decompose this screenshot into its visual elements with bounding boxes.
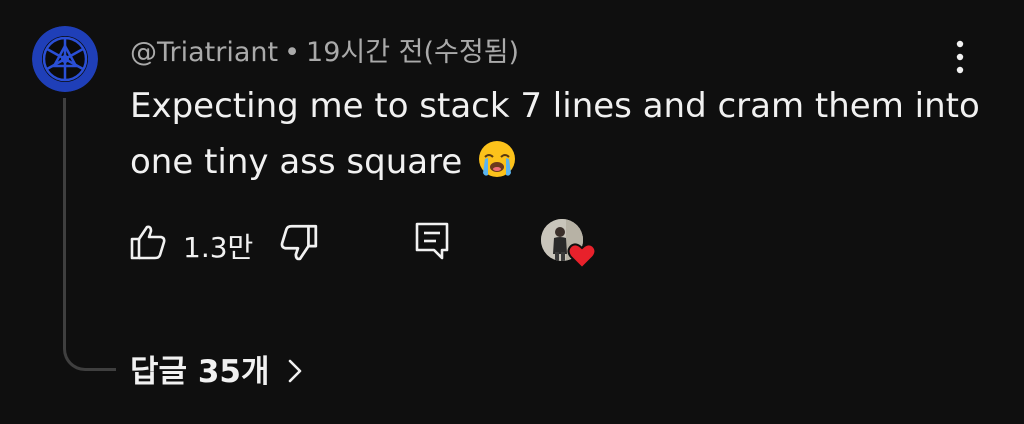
thumbs-down-icon [280,224,318,261]
meta-separator: • [284,37,301,68]
creator-heart-icon [541,219,597,270]
comment-text-line-2-wrapper: one tiny ass square [130,134,990,190]
comment-body: Expecting me to stack 7 lines and cram t… [130,78,990,190]
reply-button[interactable] [412,220,452,262]
more-options-button[interactable] [940,36,980,80]
avatar-image [32,26,98,92]
replies-label: 답글 35개 [130,354,270,390]
more-vertical-icon [956,40,964,74]
comment-timestamp[interactable]: 19시간 전(수정됨) [306,37,519,68]
thumbs-up-icon [130,225,166,260]
reply-icon [415,222,449,260]
chevron-right-icon [288,359,301,383]
comment-meta: @Triatriant • 19시간 전(수정됨) [130,30,519,69]
creator-heart-badge [540,218,600,270]
author-handle[interactable]: @Triatriant [130,37,278,68]
view-replies-link[interactable]: 답글 35개 [130,346,306,391]
like-button[interactable] [128,222,168,262]
thread-connector-line [63,98,116,371]
comment-text-line-1: Expecting me to stack 7 lines and cram t… [130,86,980,126]
dislike-button[interactable] [278,222,320,264]
loudly-crying-face-icon [477,139,517,179]
author-avatar[interactable] [32,26,98,92]
comment-text-line-2: one tiny ass square [130,142,463,182]
like-count: 1.3만 [183,231,254,264]
